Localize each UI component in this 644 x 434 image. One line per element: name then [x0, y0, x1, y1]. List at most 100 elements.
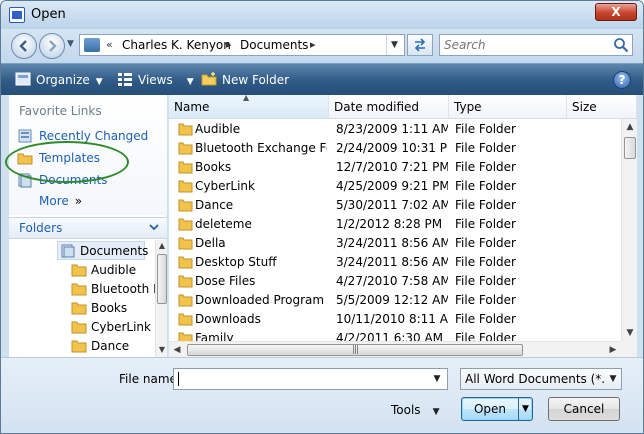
table-row[interactable]: Audible 8/23/2009 1:11 AM File Folder [169, 120, 621, 139]
file-name-cell: CyberLink [195, 179, 255, 193]
type-cell: File Folder [455, 312, 516, 326]
file-list-horizontal-scrollbar[interactable]: ◀ ||| ▶ [169, 341, 621, 357]
chevron-down-icon[interactable]: ▼ [605, 369, 621, 389]
command-toolbar: Organize ▼ Views ▼ New Folder ? [1, 63, 643, 95]
date-modified-cell: 1/2/2012 8:28 PM [336, 217, 443, 231]
chevron-down-icon[interactable]: ▼ [429, 369, 445, 389]
tree-item-cyberlink[interactable]: CyberLink [69, 318, 155, 337]
tree-item-bluetooth[interactable]: Bluetooth E [69, 280, 161, 299]
scroll-right-icon[interactable]: ▶ [605, 342, 621, 358]
chevron-down-icon [149, 220, 159, 234]
table-row[interactable]: Bluetooth Exchange Fo... 2/24/2009 10:31 … [169, 139, 621, 158]
recent-folder-icon [18, 129, 32, 143]
file-name-combobox[interactable]: ▼ [173, 368, 448, 390]
sort-ascending-icon: ▲ [243, 93, 250, 102]
column-header-name[interactable]: ▲ Name [169, 93, 329, 119]
file-name-cell: Dose Files [195, 274, 256, 288]
scroll-up-icon[interactable]: ▲ [622, 119, 638, 135]
breadcrumb-charles-k-kenyon[interactable]: Charles K. Kenyon [122, 38, 231, 52]
recent-pages-dropdown[interactable]: ▼ [67, 39, 74, 49]
type-cell: File Folder [455, 236, 516, 250]
arrow-left-icon [19, 40, 27, 52]
table-row[interactable]: Desktop Stuff 3/24/2011 8:56 AM File Folde… [169, 253, 621, 272]
date-modified-cell: 3/24/2011 8:56 AM [336, 255, 448, 269]
search-field[interactable] [439, 34, 633, 56]
scroll-left-icon[interactable]: ◀ [169, 342, 185, 358]
tree-item-documents[interactable]: Documents [57, 241, 149, 260]
date-modified-cell: 8/23/2009 1:11 AM [336, 122, 448, 136]
tree-item-books[interactable]: Books [69, 299, 155, 318]
address-row: ▼ « Charles K. Kenyon ▸ Documents ▸ ▼ [1, 29, 643, 63]
forward-button[interactable] [39, 33, 65, 59]
scrollbar-thumb[interactable] [624, 137, 636, 159]
scrollbar-thumb[interactable]: ||| [187, 344, 523, 356]
open-label: Open [473, 402, 507, 416]
more-label: More [39, 194, 69, 208]
table-row[interactable]: deleteme 1/2/2012 8:28 PM File Folder [169, 215, 621, 234]
file-name-cell: Books [195, 160, 232, 174]
scroll-down-icon[interactable]: ▼ [622, 325, 638, 341]
open-options-dropdown[interactable]: ▼ [518, 398, 532, 420]
views-button[interactable]: Views ▼ [117, 71, 194, 89]
breadcrumb-documents[interactable]: Documents [240, 38, 308, 52]
search-icon[interactable] [613, 37, 629, 53]
navigation-pane: Favorite Links Recently Changed Template… [9, 95, 167, 357]
cancel-button[interactable]: Cancel [548, 397, 620, 421]
file-type-select[interactable]: All Word Documents (*.docx;* ▼ [460, 368, 622, 390]
table-row[interactable]: Della 3/24/2011 8:56 AM File Folder [169, 234, 621, 253]
table-row[interactable]: Books 12/7/2010 7:21 PM File Folder [169, 158, 621, 177]
date-modified-cell: 4/27/2010 7:58 AM [336, 274, 448, 288]
table-row[interactable]: Downloads 10/11/2010 8:11 AM File Folder [169, 310, 621, 329]
folder-tree-scrollbar[interactable]: ▲ ▼ [155, 240, 167, 357]
title-bar[interactable]: Open X [1, 1, 643, 29]
column-header-size[interactable]: Size [567, 95, 637, 119]
more-links[interactable]: More » [39, 194, 82, 208]
back-button[interactable] [11, 33, 37, 59]
table-row[interactable]: Downloaded Program ... 5/5/2009 12:12 AM F… [169, 291, 621, 310]
type-cell: File Folder [455, 160, 516, 174]
breadcrumb-overflow[interactable]: « [106, 38, 113, 51]
tree-item-label: Documents [80, 244, 149, 258]
tree-item-dance[interactable]: Dance [69, 337, 155, 356]
file-name-input[interactable] [174, 369, 429, 389]
column-header-type[interactable]: Type [449, 95, 567, 119]
tree-item-label: Bluetooth E [91, 282, 161, 296]
refresh-icon [414, 38, 426, 52]
views-icon [118, 73, 132, 86]
scroll-down-icon[interactable]: ▼ [156, 344, 168, 356]
organize-button[interactable]: Organize ▼ [15, 71, 103, 89]
address-dropdown[interactable]: ▼ [386, 35, 402, 55]
scroll-up-icon[interactable]: ▲ [156, 240, 168, 252]
folder-icon [178, 294, 193, 307]
type-cell: File Folder [455, 122, 516, 136]
folder-icon [178, 199, 193, 212]
folders-header[interactable]: Folders [9, 217, 167, 239]
breadcrumb-chevron-icon[interactable]: ▸ [310, 38, 316, 51]
highlight-annotation [5, 141, 129, 183]
favorite-links-header: Favorite Links [19, 104, 102, 118]
table-row[interactable]: Dose Files 4/27/2010 7:58 AM File Folder [169, 272, 621, 291]
table-row[interactable]: CyberLink 4/25/2009 9:21 PM File Folder [169, 177, 621, 196]
help-button[interactable]: ? [613, 71, 631, 89]
breadcrumb-chevron-icon[interactable]: ▸ [226, 38, 232, 51]
column-header-label: Name [174, 100, 210, 114]
column-header-date-modified[interactable]: Date modified [329, 95, 449, 119]
open-button[interactable]: Open ▼ [461, 397, 533, 421]
documents-icon [61, 244, 75, 258]
folder-icon [178, 180, 193, 193]
search-input[interactable] [440, 35, 612, 55]
refresh-button[interactable] [407, 34, 433, 56]
folder-icon [178, 123, 193, 136]
close-button[interactable]: X [595, 3, 637, 21]
tree-item-audible[interactable]: Audible [69, 261, 155, 280]
double-chevron-icon: » [74, 194, 83, 208]
tools-button[interactable]: Tools ▼ [391, 400, 439, 420]
table-row[interactable]: Dance 5/30/2011 7:02 AM File Folder [169, 196, 621, 215]
folder-icon [178, 256, 193, 269]
date-modified-cell: 3/24/2011 8:56 AM [336, 236, 448, 250]
scrollbar-thumb[interactable] [157, 254, 167, 304]
address-bar[interactable]: « Charles K. Kenyon ▸ Documents ▸ ▼ [79, 34, 405, 56]
organize-label: Organize [36, 73, 90, 87]
type-cell: File Folder [455, 293, 516, 307]
file-list-vertical-scrollbar[interactable]: ▲ ▼ [621, 119, 637, 345]
